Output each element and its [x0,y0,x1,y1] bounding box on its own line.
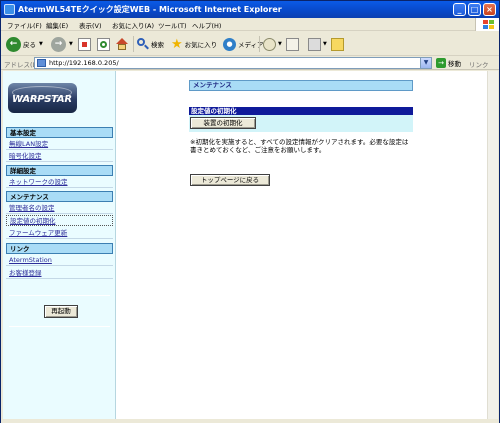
toolbar-separator [133,36,134,52]
go-button[interactable]: → 移動 [436,58,461,68]
refresh-icon [97,37,110,51]
vertical-scrollbar[interactable] [487,71,498,419]
address-bar: アドレス(D) http://192.168.0.205/ ▼ → 移動 リンク [1,56,499,70]
mail-icon [286,37,299,51]
divider [190,162,413,163]
toolbar: ← 戻る ▼ → ▼ 検索 ★ お気に入り ● メディア ▼ ▼ [1,32,499,56]
left-nav-frame: WARPSTAR 基本設定 無線LAN設定 暗号化設定 詳細設定 ネットワークの… [3,71,116,419]
mail-button[interactable] [286,36,299,52]
history-icon [263,37,276,51]
page-content: WARPSTAR 基本設定 無線LAN設定 暗号化設定 詳細設定 ネットワークの… [3,71,487,419]
initialize-device-button[interactable]: 装置の初期化 [190,117,256,129]
warning-text: ※初期化を実施すると、すべての設定情報がクリアされます。必要な設定は書きとめてお… [190,138,409,154]
favorites-button[interactable]: ★ お気に入り [171,36,217,52]
nav-link-reset-settings[interactable]: 設定値の初期化 [6,215,113,226]
messenger-button[interactable] [331,36,344,52]
menu-edit[interactable]: 編集(E) [46,20,68,30]
page-title: メンテナンス [189,80,413,91]
nav-section-advanced: 詳細設定 [6,165,113,176]
nav-link-wireless-lan[interactable]: 無線LAN設定 [6,139,113,150]
warpstar-logo: WARPSTAR [8,83,77,113]
init-panel: 装置の初期化 [189,115,413,132]
status-bar [1,419,499,423]
nav-link-admin-name[interactable]: 管理者名の設定 [6,203,113,214]
address-input[interactable]: http://192.168.0.205/ ▼ [34,57,432,69]
menu-help[interactable]: ヘルプ(H) [192,20,221,30]
go-arrow-icon: → [436,58,446,68]
nav-link-encryption[interactable]: 暗号化設定 [6,151,113,162]
stop-button[interactable] [78,36,91,52]
chevron-down-icon[interactable]: ▼ [278,41,282,47]
messenger-icon [331,37,344,51]
divider [9,295,110,296]
history-button[interactable]: ▼ [263,36,282,52]
refresh-button[interactable] [97,36,110,52]
chevron-down-icon[interactable]: ▼ [323,41,327,47]
back-button[interactable]: ← 戻る ▼ [6,36,43,52]
minimize-button[interactable]: _ [453,3,466,16]
divider [9,326,110,327]
search-icon [137,38,149,50]
media-button[interactable]: ● メディア [223,36,264,52]
title-bar: AtermWL54TEクイック設定WEB - Microsoft Interne… [1,1,499,18]
chevron-down-icon[interactable]: ▼ [39,41,43,47]
browser-window: AtermWL54TEクイック設定WEB - Microsoft Interne… [0,0,500,423]
section-title: 設定値の初期化 [189,107,413,115]
chevron-down-icon[interactable]: ▼ [69,41,73,47]
menu-favorites[interactable]: お気に入り(A) [112,20,154,30]
toolbar-separator [259,36,260,52]
print-icon [308,37,321,51]
search-button[interactable]: 検索 [137,36,164,52]
nav-link-firmware[interactable]: ファームウェア更新 [6,228,113,239]
star-icon: ★ [171,36,183,52]
forward-button[interactable]: → ▼ [51,36,73,52]
menu-tools[interactable]: ツール(T) [158,20,187,30]
back-arrow-icon: ← [6,36,21,52]
home-button[interactable] [115,36,128,52]
forward-arrow-icon: → [51,36,66,52]
home-icon [115,37,128,51]
page-icon [37,59,46,67]
print-button[interactable]: ▼ [308,36,327,52]
nav-section-links: リンク [6,243,113,254]
nav-section-basic: 基本設定 [6,127,113,138]
nav-link-network[interactable]: ネットワークの設定 [6,177,113,188]
menu-view[interactable]: 表示(V) [79,20,102,30]
nav-link-registration[interactable]: お客様登録 [6,268,113,279]
back-to-top-button[interactable]: トップページに戻る [190,174,270,186]
menu-file[interactable]: ファイル(F) [7,20,42,30]
maximize-button[interactable]: □ [468,3,481,16]
windows-logo-icon [475,18,499,31]
menu-bar: ファイル(F) 編集(E) 表示(V) お気に入り(A) ツール(T) ヘルプ(… [1,18,499,31]
links-label[interactable]: リンク [469,59,489,69]
media-icon: ● [223,37,236,51]
ie-icon [4,4,15,15]
address-url: http://192.168.0.205/ [49,59,119,67]
main-frame: メンテナンス 設定値の初期化 装置の初期化 ※初期化を実施すると、すべての設定情… [117,71,487,419]
close-button[interactable]: × [483,3,496,16]
nav-section-maintenance: メンテナンス [6,191,113,202]
stop-icon [78,37,91,51]
window-title: AtermWL54TEクイック設定WEB - Microsoft Interne… [18,5,282,14]
address-dropdown-icon[interactable]: ▼ [420,58,431,68]
nav-link-atermstation[interactable]: AtermStation [6,255,113,266]
reboot-button[interactable]: 再起動 [44,305,78,318]
